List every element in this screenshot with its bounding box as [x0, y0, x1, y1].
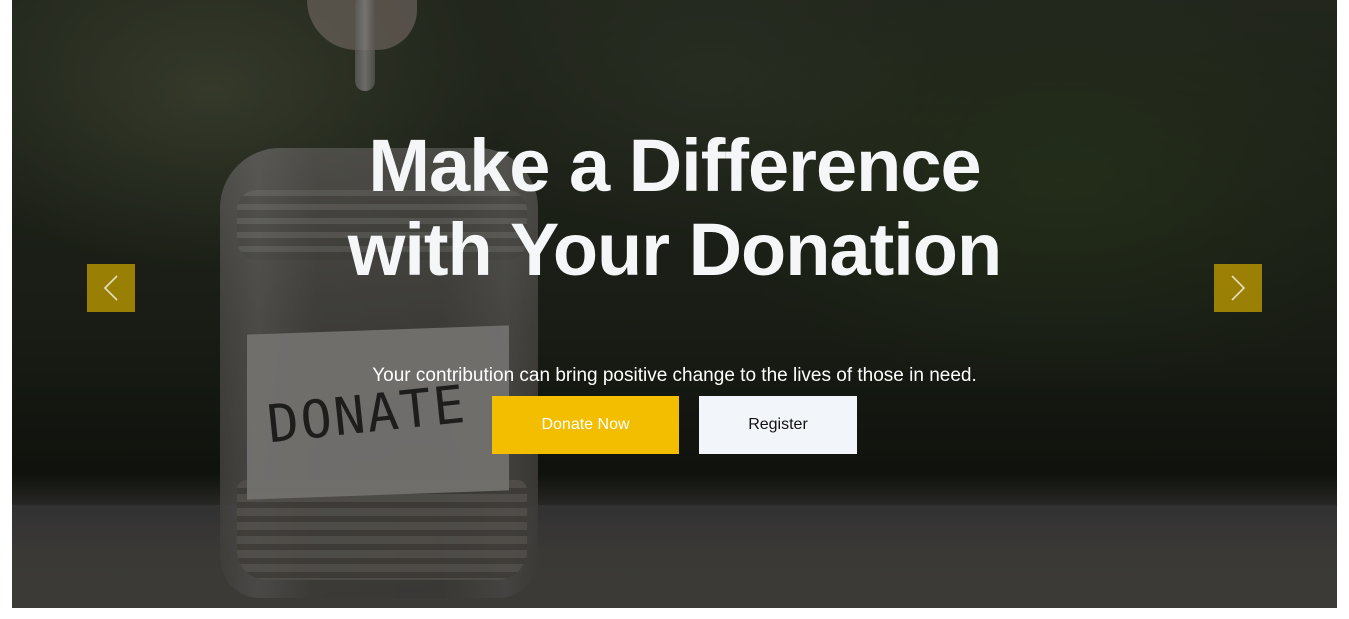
- hero-headline-line-2: with Your Donation: [347, 208, 1002, 291]
- carousel-prev-button[interactable]: [87, 264, 135, 312]
- carousel-next-button[interactable]: [1214, 264, 1262, 312]
- register-button[interactable]: Register: [699, 396, 857, 454]
- donate-now-button[interactable]: Donate Now: [492, 396, 679, 454]
- hero-carousel-slide: DONATE Make a Difference with Your Donat…: [12, 0, 1337, 608]
- hero-subtitle: Your contribution can bring positive cha…: [372, 365, 977, 386]
- chevron-right-icon: [1230, 274, 1246, 302]
- hero-dark-overlay: [12, 0, 1337, 608]
- chevron-left-icon: [103, 274, 119, 302]
- hero-headline-line-1: Make a Difference: [368, 124, 981, 207]
- hero-headline: Make a Difference with Your Donation: [12, 124, 1337, 292]
